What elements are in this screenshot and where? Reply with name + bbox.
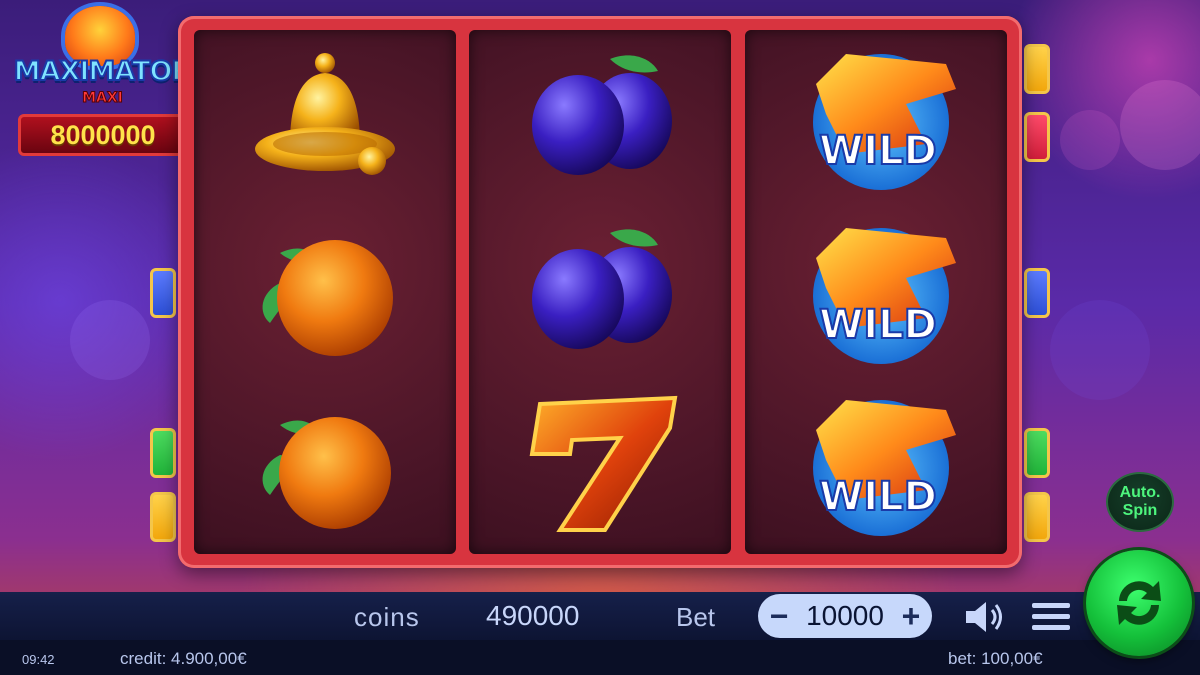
reel-symbol-bell [194, 34, 456, 204]
orange-icon [262, 240, 393, 356]
bet-decrease-button[interactable]: − [766, 600, 792, 632]
payline-marker-right-blue [1024, 268, 1050, 318]
reel-symbol-plum [469, 208, 731, 378]
bet-increase-button[interactable]: + [898, 600, 924, 632]
payline-marker-left-yellow [150, 492, 176, 542]
payline-marker-right-yellow [1024, 492, 1050, 542]
speaker-icon[interactable] [962, 598, 1008, 636]
control-bar [0, 592, 1200, 640]
wild-wolf-icon: WILD [813, 54, 956, 190]
hamburger-menu-icon[interactable] [1030, 598, 1072, 636]
reel-2 [469, 30, 731, 554]
background-bokeh [1060, 110, 1120, 170]
spin-button[interactable] [1086, 550, 1192, 656]
wild-label: WILD [819, 302, 937, 348]
reel-symbol-wild: WILD [745, 380, 1007, 550]
reel-symbol-plum [469, 34, 731, 204]
payline-marker-right-green [1024, 428, 1050, 478]
background-bokeh [1120, 80, 1200, 170]
reel-symbol-orange [194, 380, 456, 550]
auto-spin-label-line1: Auto. [1119, 484, 1161, 501]
reel-1 [194, 30, 456, 554]
reel-symbol-orange [194, 208, 456, 378]
credit-balance: credit: 4.900,00€ [120, 649, 247, 668]
bet-stepper: − 10000 + [758, 594, 932, 638]
reel-3: WILD WILD WILD [745, 30, 1007, 554]
seven-icon [529, 395, 678, 532]
wild-label: WILD [819, 128, 937, 174]
background-bokeh [1050, 300, 1150, 400]
refresh-arrows-icon [1117, 581, 1161, 625]
coins-label: coins [354, 602, 420, 632]
coins-value: 490000 [486, 600, 580, 631]
reel-symbol-seven [469, 380, 731, 550]
payline-marker-left-blue [150, 268, 176, 318]
wild-wolf-icon: WILD [813, 400, 956, 536]
clock-time: 09:42 [22, 652, 55, 667]
bet-total: bet: 100,00€ [948, 649, 1043, 668]
jackpot-label: MAXI [82, 90, 124, 107]
orange-icon [262, 417, 391, 529]
logo-title: MAXIMATOR [13, 55, 193, 88]
background-bokeh [70, 300, 150, 380]
bet-value: 10000 [806, 600, 884, 631]
game-logo: MAXIMATOR MAXI 8000000 [10, 6, 195, 156]
bet-label: Bet [676, 602, 716, 632]
wild-wolf-icon: WILD [813, 228, 956, 364]
plum-icon [532, 229, 672, 349]
jackpot-value: 8000000 [18, 114, 188, 156]
bell-icon [255, 53, 395, 175]
reel-symbol-wild: WILD [745, 34, 1007, 204]
auto-spin-label-line2: Spin [1122, 502, 1158, 519]
payline-marker-left-green [150, 428, 176, 478]
auto-spin-button[interactable]: Auto. Spin [1106, 472, 1174, 532]
plum-icon [532, 55, 672, 175]
payline-marker-right-yellow [1024, 44, 1050, 94]
reel-symbol-wild: WILD [745, 208, 1007, 378]
payline-marker-right-red [1024, 112, 1050, 162]
wild-label: WILD [819, 474, 937, 520]
reels-frame: WILD WILD WILD [178, 16, 1022, 568]
